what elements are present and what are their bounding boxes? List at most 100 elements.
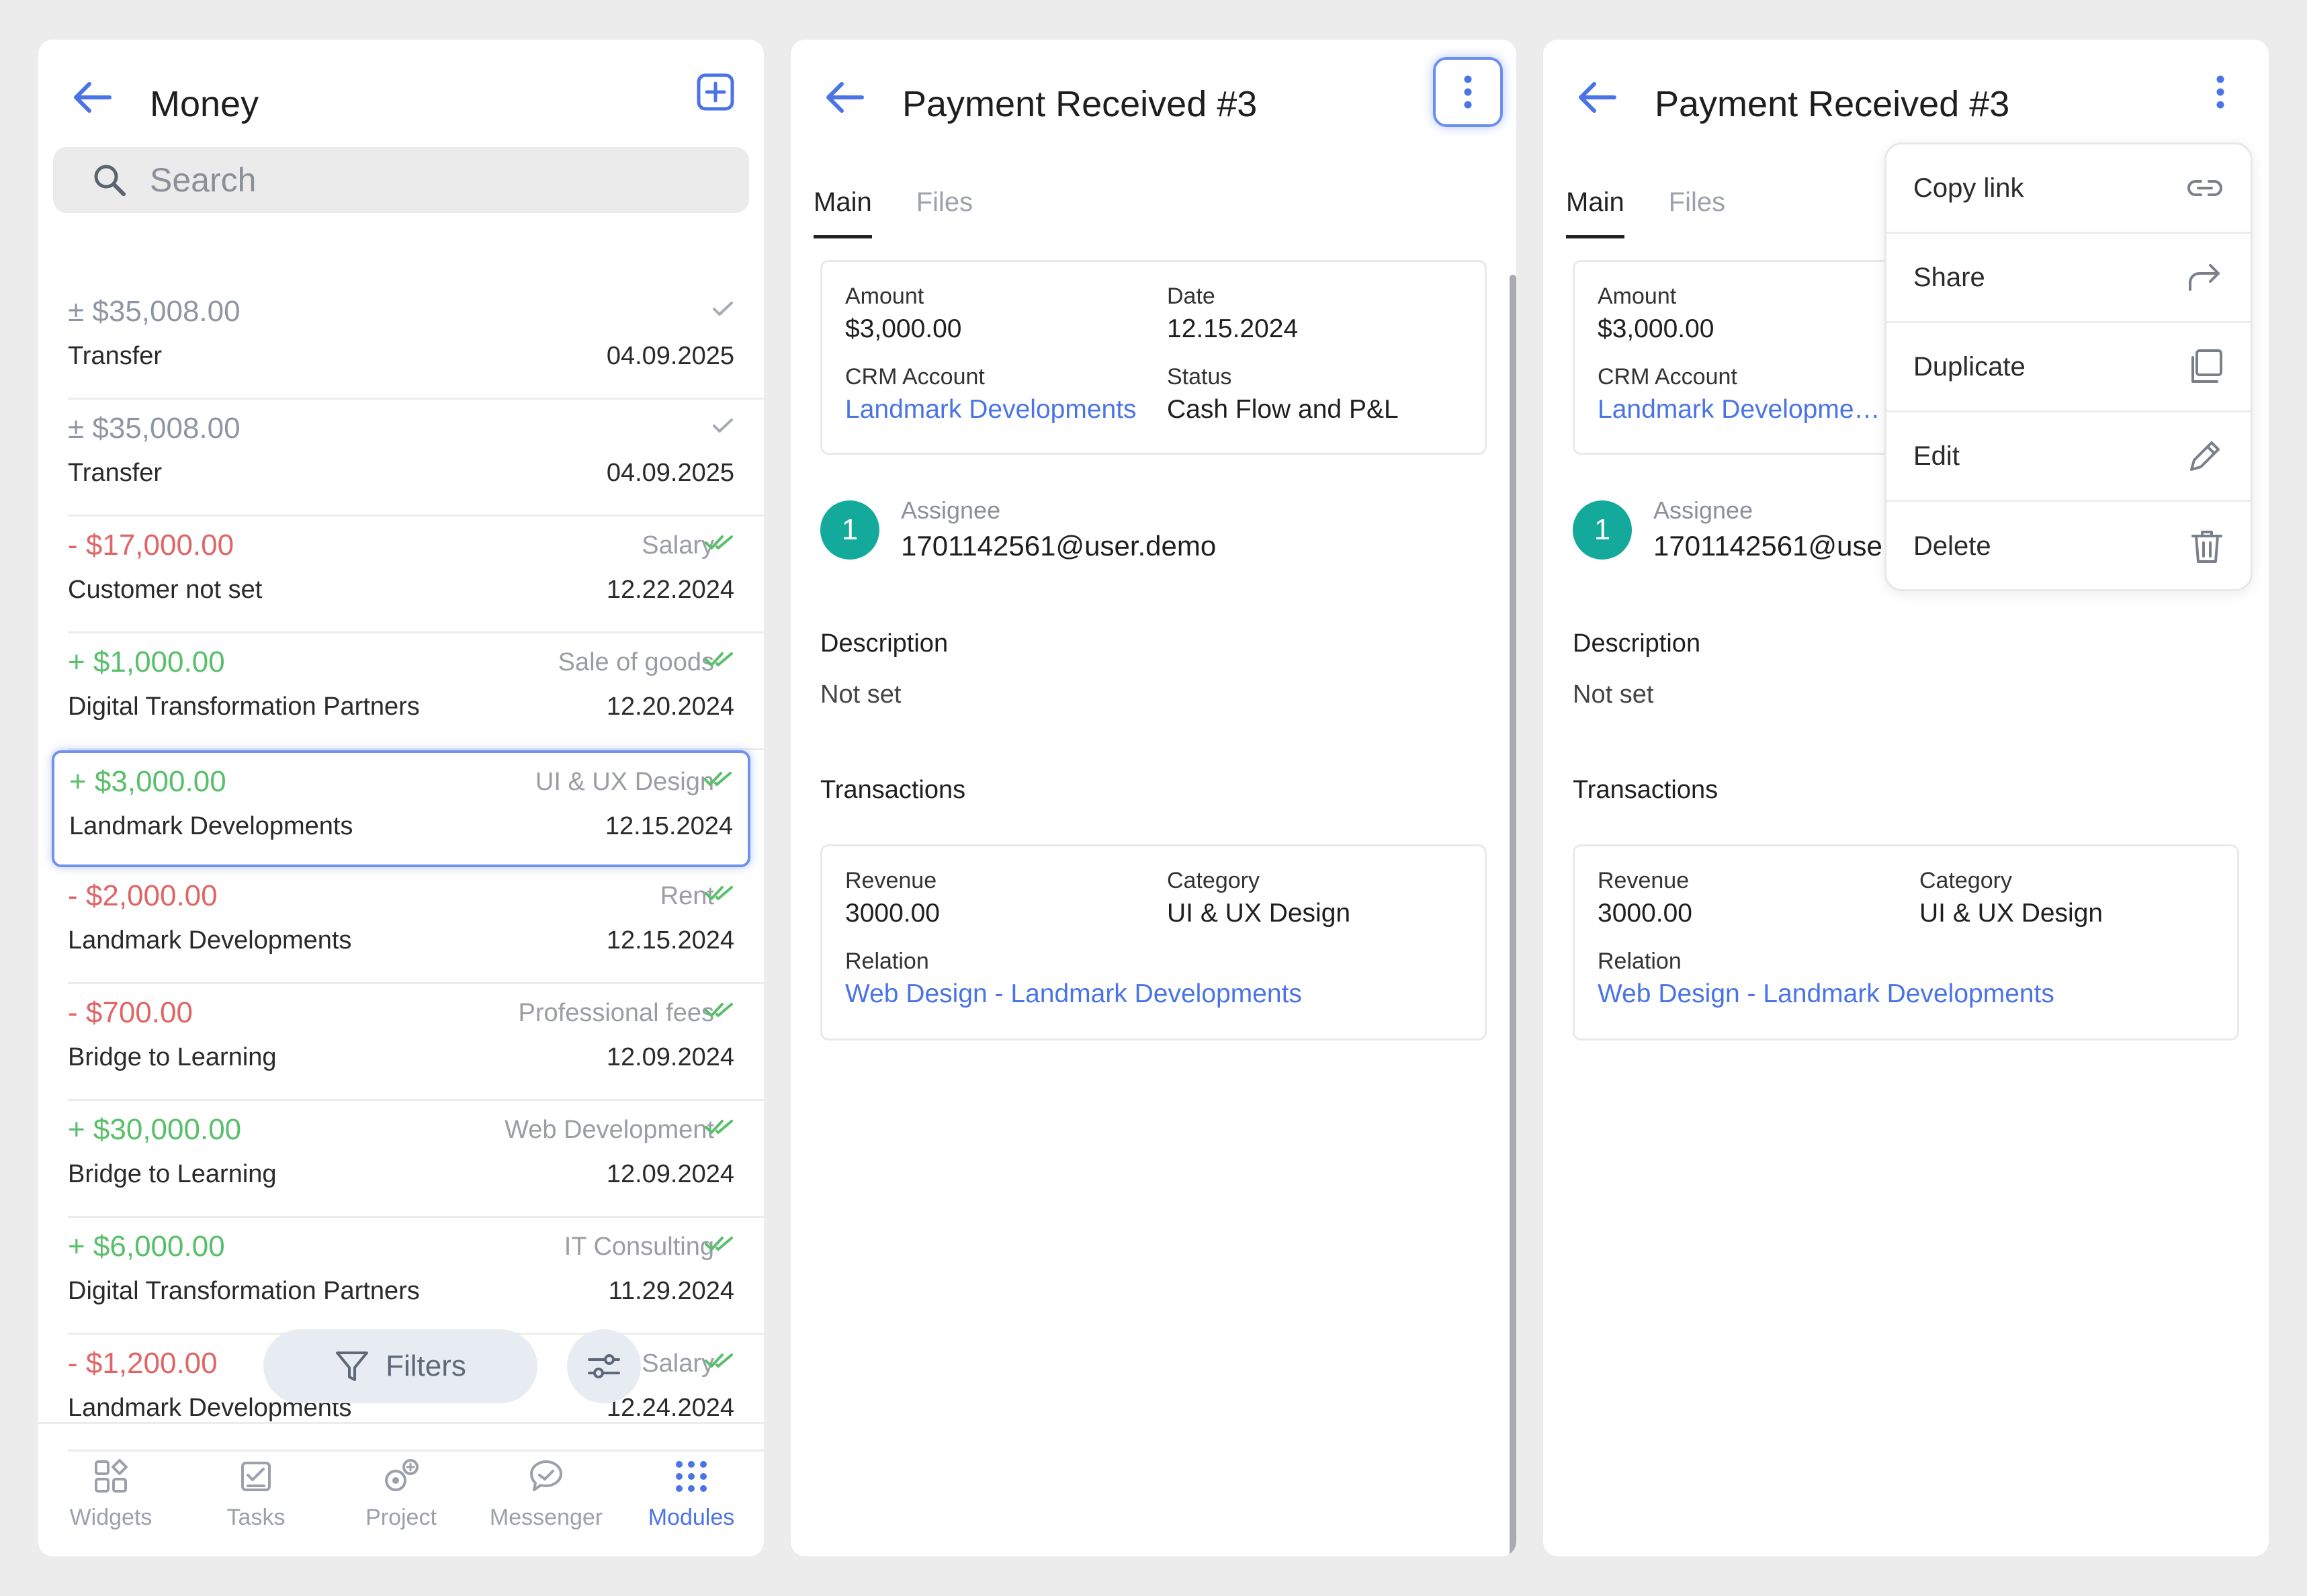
back-button[interactable] — [818, 71, 871, 124]
amount-value: $3,000.00 — [845, 314, 962, 343]
nav-label: Tasks — [226, 1505, 286, 1530]
list-item[interactable]: + $1,000.00 Sale of goods Digital Transf… — [68, 633, 764, 750]
relation-label: Relation — [845, 948, 929, 974]
date: 12.15.2024 — [606, 926, 734, 955]
description-value: Not set — [1573, 680, 1654, 709]
back-button[interactable] — [65, 71, 119, 124]
category-value: UI & UX Design — [1919, 899, 2103, 928]
nav-tasks[interactable]: Tasks — [183, 1424, 329, 1556]
category: Professional fees — [518, 999, 715, 1027]
filters-button[interactable]: Filters — [263, 1329, 537, 1403]
revenue-value: 3000.00 — [1598, 899, 1692, 928]
menu-item-delete[interactable]: Delete — [1886, 502, 2251, 589]
double-check-icon — [705, 652, 733, 666]
list-item[interactable]: + $30,000.00 Web Development Bridge to L… — [68, 1101, 764, 1218]
edit-icon — [2190, 441, 2220, 471]
messenger-icon — [530, 1460, 562, 1491]
list-item[interactable]: ± $35,008.00 Transfer 04.09.2025 — [68, 283, 764, 400]
more-options-button[interactable] — [2185, 57, 2255, 127]
crm-account-link[interactable]: Landmark Developments — [1598, 395, 1886, 425]
nav-messenger[interactable]: Messenger — [474, 1424, 619, 1556]
menu-item-label: Edit — [1913, 441, 1960, 471]
description-label: Description — [820, 629, 949, 658]
date-label: Date — [1167, 283, 1215, 309]
tab-main[interactable]: Main — [814, 187, 872, 238]
vertical-dots-icon — [1464, 75, 1472, 109]
assignee-label: Assignee — [901, 496, 1001, 524]
menu-item-copy-link[interactable]: Copy link — [1886, 144, 2251, 234]
counterparty: Digital Transformation Partners — [68, 1277, 420, 1305]
counterparty: Landmark Developments — [69, 812, 353, 840]
scrollbar[interactable] — [1510, 275, 1516, 1556]
sort-settings-button[interactable] — [567, 1329, 641, 1403]
trash-icon — [2191, 530, 2222, 563]
modules-icon — [676, 1461, 707, 1492]
category: Sale of goods — [558, 648, 714, 676]
counterparty: Transfer — [68, 342, 163, 370]
duplicate-icon — [2191, 349, 2222, 383]
list-item[interactable]: + $6,000.00 IT Consulting Digital Transf… — [68, 1218, 764, 1335]
funnel-icon — [336, 1351, 369, 1381]
date: 12.22.2024 — [606, 576, 734, 604]
nav-modules[interactable]: Modules — [619, 1424, 764, 1556]
counterparty: Customer not set — [68, 576, 263, 604]
date: 12.20.2024 — [606, 693, 734, 721]
nav-project[interactable]: Project — [329, 1424, 474, 1556]
counterparty: Bridge to Learning — [68, 1043, 277, 1071]
relation-link[interactable]: Web Design - Landmark Developments — [845, 979, 1450, 1009]
tab-main[interactable]: Main — [1566, 187, 1624, 238]
transaction-card: Revenue 3000.00 Category UI & UX Design … — [820, 844, 1487, 1040]
tab-bar: Main Files — [814, 187, 973, 238]
date: 12.09.2024 — [606, 1160, 734, 1188]
payment-detail-panel: Payment Received #3 Main Files Amount $3… — [791, 40, 1516, 1556]
relation-link[interactable]: Web Design - Landmark Developments — [1598, 979, 2202, 1009]
amount: + $3,000.00 — [69, 765, 226, 798]
category: Web Development — [505, 1116, 714, 1144]
back-button[interactable] — [1570, 71, 1624, 124]
tasks-icon — [241, 1462, 271, 1491]
tab-files[interactable]: Files — [916, 187, 973, 238]
menu-item-duplicate[interactable]: Duplicate — [1886, 323, 2251, 412]
filters-label: Filters — [386, 1349, 466, 1382]
category-value: UI & UX Design — [1167, 899, 1351, 928]
search-input[interactable] — [150, 161, 620, 200]
amount: + $30,000.00 — [68, 1113, 242, 1146]
plus-square-icon — [697, 73, 734, 111]
nav-widgets[interactable]: Widgets — [38, 1424, 183, 1556]
date: 11.29.2024 — [608, 1277, 734, 1305]
arrow-left-icon — [1579, 82, 1616, 113]
single-check-icon — [713, 302, 733, 316]
counterparty: Digital Transformation Partners — [68, 693, 420, 721]
search-bar[interactable] — [53, 147, 749, 213]
amount: - $1,200.00 — [68, 1347, 218, 1380]
list-item-selected[interactable]: + $3,000.00 UI & UX Design Landmark Deve… — [52, 750, 750, 867]
crm-account-label: CRM Account — [845, 364, 985, 390]
counterparty: Bridge to Learning — [68, 1160, 277, 1188]
list-item[interactable]: ± $35,008.00 Transfer 04.09.2025 — [68, 400, 764, 517]
amount: ± $35,008.00 — [68, 412, 241, 445]
double-check-icon — [705, 1237, 733, 1251]
list-item[interactable]: - $2,000.00 Rent Landmark Developments 1… — [68, 867, 764, 984]
menu-item-edit[interactable]: Edit — [1886, 412, 2251, 502]
project-icon — [385, 1459, 419, 1491]
menu-item-share[interactable]: Share — [1886, 234, 2251, 323]
more-options-button[interactable] — [1433, 57, 1503, 127]
menu-item-label: Share — [1913, 262, 1985, 292]
header: Payment Received #3 — [1543, 40, 2269, 147]
date: 12.09.2024 — [606, 1043, 734, 1071]
add-button[interactable] — [681, 57, 750, 127]
nav-label: Project — [365, 1505, 437, 1530]
crm-account-link[interactable]: Landmark Developments — [845, 395, 1141, 425]
list-item[interactable]: - $700.00 Professional fees Bridge to Le… — [68, 984, 764, 1101]
relation-label: Relation — [1598, 948, 1682, 974]
counterparty: Landmark Developments — [68, 926, 352, 955]
amount-value: $3,000.00 — [1598, 314, 1714, 343]
crm-account-label: CRM Account — [1598, 364, 1737, 390]
list-item[interactable]: - $17,000.00 Salary Customer not set 12.… — [68, 517, 764, 633]
double-check-icon — [705, 1120, 733, 1134]
transactions-label: Transactions — [820, 776, 966, 804]
tab-files[interactable]: Files — [1669, 187, 1725, 238]
vertical-dots-icon — [2216, 75, 2224, 109]
amount: + $6,000.00 — [68, 1230, 225, 1263]
payment-detail-menu-panel: Payment Received #3 Main Files Amount $3… — [1543, 40, 2269, 1556]
